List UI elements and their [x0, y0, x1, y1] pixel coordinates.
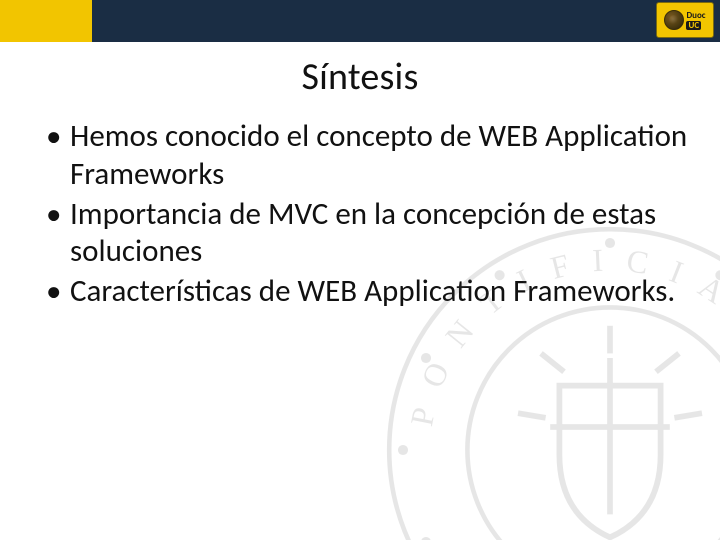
logo-brand-bottom: UC: [686, 21, 701, 30]
header-accent: [0, 0, 92, 42]
list-item: Importancia de MVC en la concepción de e…: [46, 196, 690, 272]
list-item: Hemos conocido el concepto de WEB Applic…: [46, 118, 690, 194]
list-item-text: Importancia de MVC en la concepción de e…: [70, 195, 656, 271]
logo-coin-icon: [664, 10, 684, 30]
list-item-text: Características de WEB Application Frame…: [70, 272, 675, 310]
bullet-list: Hemos conocido el concepto de WEB Applic…: [46, 118, 690, 311]
list-item-text: Hemos conocido el concepto de WEB Applic…: [70, 117, 687, 193]
logo-brand-top: Duoc: [686, 11, 705, 20]
logo-text: Duoc UC: [686, 11, 705, 30]
slide-title: Síntesis: [0, 54, 720, 100]
duoc-uc-logo: Duoc UC: [656, 2, 714, 38]
list-item: Características de WEB Application Frame…: [46, 273, 690, 311]
slide-content: Hemos conocido el concepto de WEB Applic…: [0, 118, 720, 311]
header-bar: Duoc UC: [0, 0, 720, 42]
